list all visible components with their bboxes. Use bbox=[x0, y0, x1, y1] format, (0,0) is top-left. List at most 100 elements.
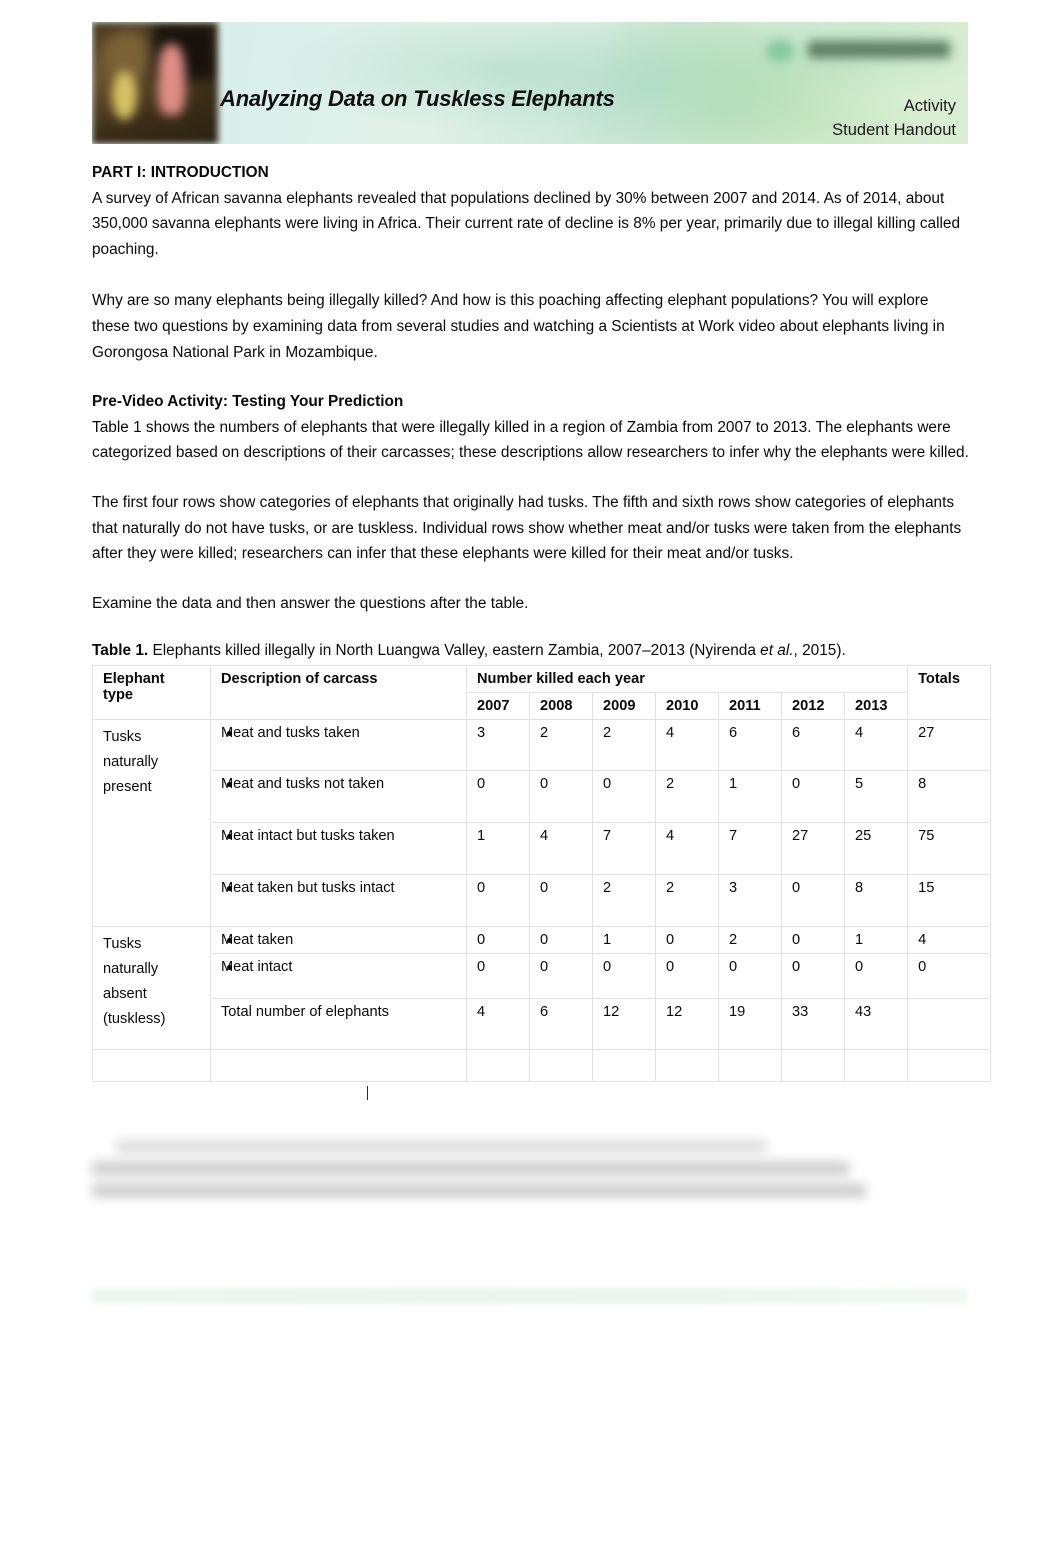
empty-cell bbox=[466, 1049, 530, 1083]
row-group-label-tuskless: Tusks naturally absent (tuskless) bbox=[92, 926, 211, 1051]
prevideo-heading: Pre-Video Activity: Testing Your Predict… bbox=[92, 393, 404, 411]
table-total-row: Total number of elephants 4 6 12 12 19 3… bbox=[93, 998, 992, 1051]
cell-2010: 2 bbox=[655, 770, 719, 824]
redacted-question-block bbox=[92, 1140, 972, 1222]
row-description: Meat intact but tusks taken bbox=[210, 822, 467, 876]
cell-2012: 0 bbox=[781, 874, 845, 928]
col-header-year-2010: 2010 bbox=[655, 692, 719, 721]
cell-total: 4 bbox=[907, 926, 992, 955]
part-one-heading: PART I: INTRODUCTION bbox=[92, 164, 269, 181]
table-row-empty bbox=[92, 1049, 992, 1083]
cell-2013: 1 bbox=[843, 926, 909, 955]
group-label-line-2: naturally bbox=[103, 961, 159, 978]
document-type-label: Activity bbox=[903, 97, 956, 115]
cell-2011: 6 bbox=[718, 719, 782, 772]
row-description: Meat and tusks not taken bbox=[210, 770, 467, 824]
table-row: Meat intact 0 0 0 0 0 0 0 0 bbox=[93, 953, 992, 1000]
logo-mark-icon bbox=[766, 40, 794, 62]
cell-2013: 4 bbox=[843, 719, 909, 772]
text-cursor bbox=[367, 1086, 368, 1100]
cell-2007: 0 bbox=[466, 926, 530, 955]
row-description: Meat and tusks taken bbox=[210, 719, 467, 772]
cell-2008: 0 bbox=[529, 926, 593, 955]
cell-2013: 8 bbox=[843, 874, 909, 928]
cell-2011: 3 bbox=[718, 874, 782, 928]
row-description-text: Meat and tusks not taken bbox=[221, 776, 385, 793]
group-label-line-2: naturally bbox=[103, 754, 159, 771]
cell-2008: 0 bbox=[529, 953, 593, 1000]
table-row: Meat intact but tusks taken 1 4 7 4 7 27… bbox=[93, 822, 992, 876]
cell-2011: 2 bbox=[718, 926, 782, 955]
row-description-text: Meat and tusks taken bbox=[221, 725, 360, 742]
total-cell-2009: 12 bbox=[592, 998, 656, 1051]
col-header-elephant-type-line1: Elephant bbox=[103, 671, 165, 688]
total-cell-2008: 6 bbox=[529, 998, 593, 1051]
total-cell-2013: 43 bbox=[843, 998, 909, 1051]
examine-data-instruction: Examine the data and then answer the que… bbox=[92, 594, 529, 612]
table-caption-text-b: , 2015). bbox=[793, 642, 846, 660]
rows-explanation-paragraph: The first four rows show categories of e… bbox=[92, 493, 962, 563]
elephants-killed-table: Elephant type Description of carcass Num… bbox=[92, 665, 992, 1083]
cell-2013: 5 bbox=[843, 770, 909, 824]
cell-2012: 0 bbox=[781, 770, 845, 824]
cell-total: 75 bbox=[907, 822, 992, 876]
total-cell-2011: 19 bbox=[718, 998, 782, 1051]
cell-2010: 4 bbox=[655, 822, 719, 876]
redacted-line bbox=[92, 1162, 849, 1175]
cell-2009: 0 bbox=[592, 770, 656, 824]
intro-paragraph-2: Why are so many elephants being illegall… bbox=[92, 292, 945, 361]
empty-cell bbox=[843, 1049, 909, 1083]
row-description: Meat intact bbox=[210, 953, 467, 1000]
group-label-line-1: Tusks bbox=[103, 729, 142, 746]
empty-cell bbox=[210, 1049, 467, 1083]
table-body: Tusks naturally present Meat and tusks t… bbox=[92, 719, 992, 1083]
document-audience-label: Student Handout bbox=[832, 121, 956, 139]
header-meta: Activity Student Handout bbox=[696, 94, 956, 142]
table-row: Meat taken but tusks intact 0 0 2 2 3 0 … bbox=[93, 874, 992, 928]
document-page: Analyzing Data on Tuskless Elephants Act… bbox=[0, 0, 1062, 1556]
total-row-description: Total number of elephants bbox=[210, 998, 467, 1051]
thumbnail-shape-pink bbox=[157, 43, 186, 115]
cell-2013: 25 bbox=[843, 822, 909, 876]
col-header-elephant-type-line2: type bbox=[103, 687, 134, 704]
page-title: Analyzing Data on Tuskless Elephants bbox=[220, 86, 615, 111]
group-label-line-4: (tuskless) bbox=[103, 1011, 166, 1028]
cell-2010: 0 bbox=[655, 926, 719, 955]
cell-2010: 0 bbox=[655, 953, 719, 1000]
total-cell-2012: 33 bbox=[781, 998, 845, 1051]
cell-2007: 0 bbox=[466, 770, 530, 824]
gorongosa-logo bbox=[762, 34, 954, 68]
cell-2012: 0 bbox=[781, 953, 845, 1000]
cell-2011: 0 bbox=[718, 953, 782, 1000]
col-header-year-2012: 2012 bbox=[781, 692, 845, 721]
cell-2008: 0 bbox=[529, 874, 593, 928]
col-header-elephant-type: Elephant type bbox=[92, 665, 211, 721]
cell-2012: 27 bbox=[781, 822, 845, 876]
cell-2009: 0 bbox=[592, 953, 656, 1000]
empty-cell bbox=[592, 1049, 656, 1083]
empty-cell bbox=[529, 1049, 593, 1083]
cell-2008: 0 bbox=[529, 770, 593, 824]
empty-cell bbox=[718, 1049, 782, 1083]
table-row: Tusks naturally present Meat and tusks t… bbox=[92, 719, 992, 928]
header-banner: Analyzing Data on Tuskless Elephants Act… bbox=[92, 22, 968, 144]
row-description-text: Meat taken but tusks intact bbox=[221, 880, 395, 897]
cell-2010: 2 bbox=[655, 874, 719, 928]
col-header-year-2013: 2013 bbox=[843, 692, 909, 721]
redacted-line bbox=[116, 1140, 768, 1153]
cell-2012: 0 bbox=[781, 926, 845, 955]
row-group-label-tusks-present: Tusks naturally present bbox=[92, 719, 211, 928]
redacted-line bbox=[92, 1184, 867, 1197]
footer-bar bbox=[92, 1288, 968, 1304]
table-caption-text-a: Elephants killed illegally in North Luan… bbox=[148, 642, 761, 660]
empty-cell bbox=[781, 1049, 845, 1083]
cell-2013: 0 bbox=[843, 953, 909, 1000]
empty-cell bbox=[92, 1049, 211, 1083]
cell-total: 15 bbox=[907, 874, 992, 928]
table-row: Meat and tusks not taken 0 0 0 2 1 0 5 8 bbox=[93, 770, 992, 824]
